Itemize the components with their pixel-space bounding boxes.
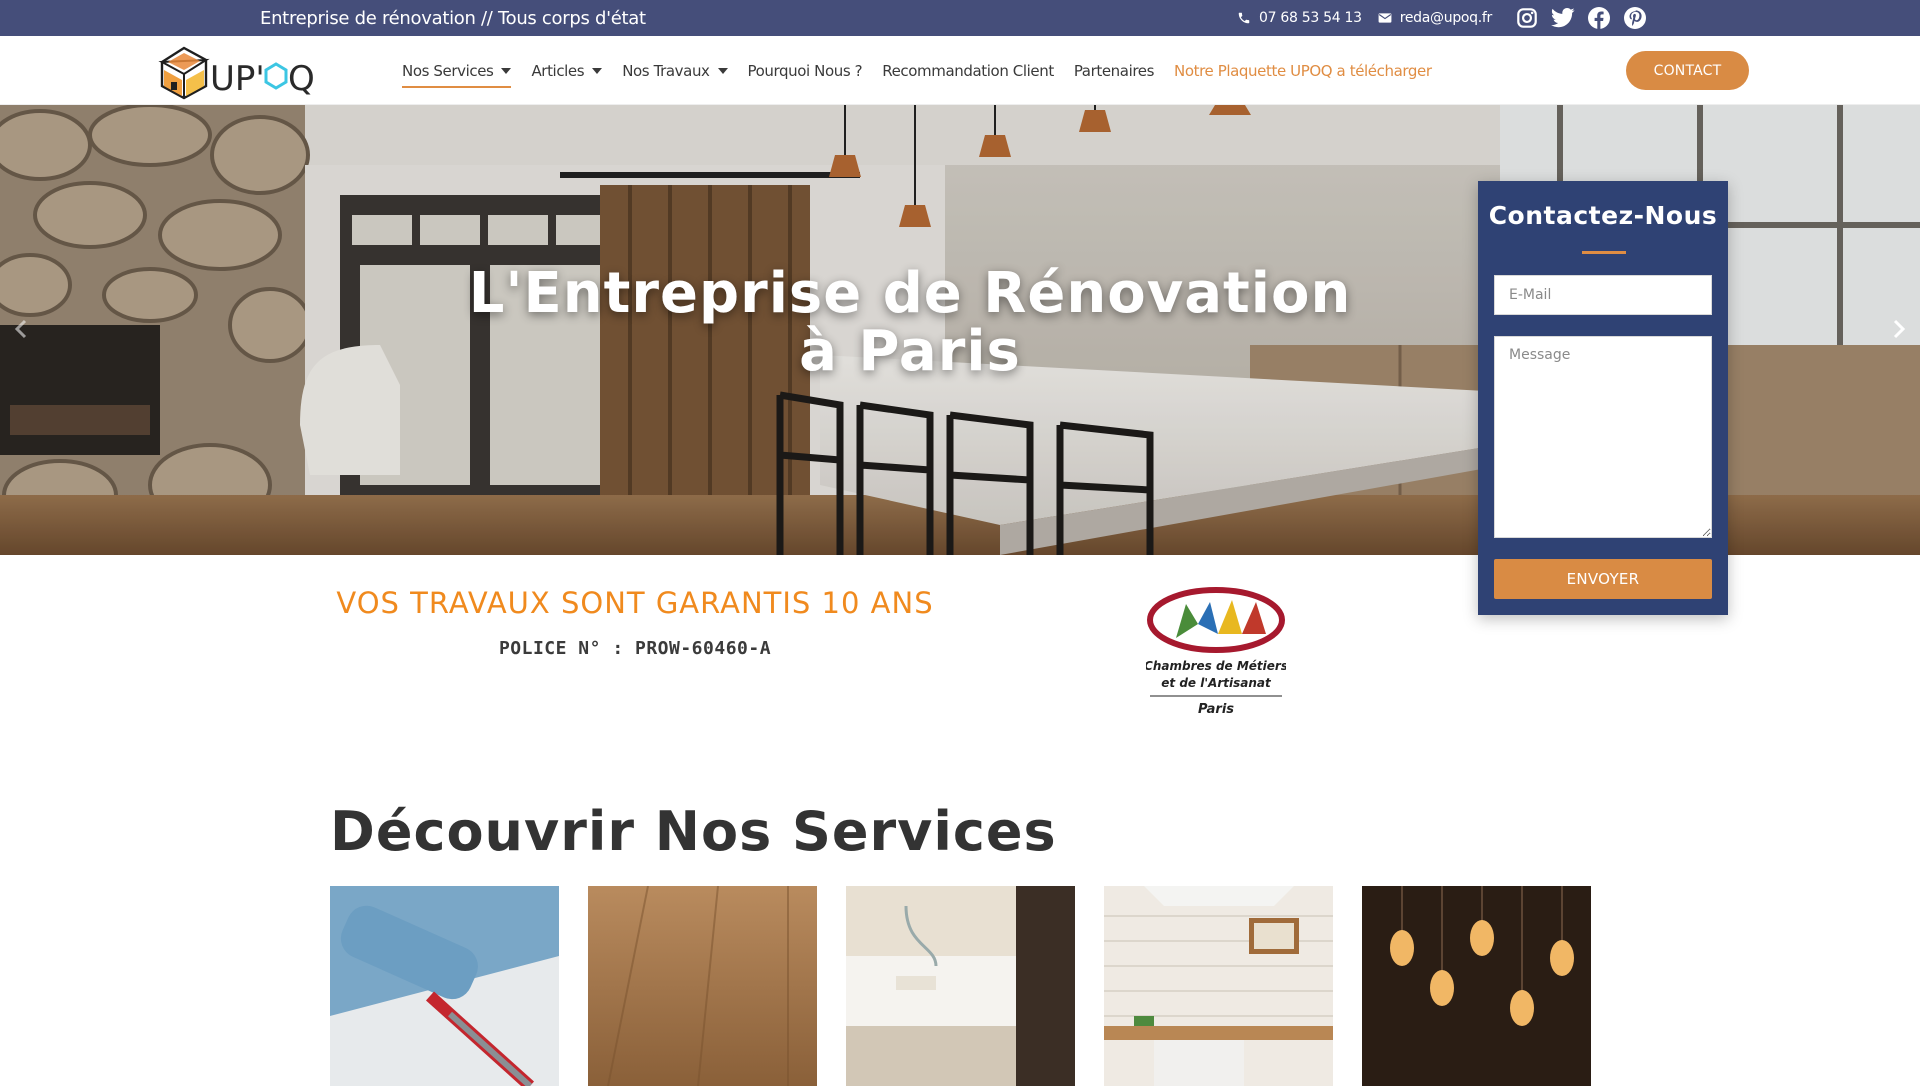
phone-number: 07 68 53 54 13 <box>1259 10 1362 26</box>
top-contacts: 07 68 53 54 13 reda@upoq.fr <box>1237 6 1648 30</box>
cma-city: Paris <box>1198 702 1234 717</box>
phone-link[interactable]: 07 68 53 54 13 <box>1237 10 1362 26</box>
nav-recommandation-client[interactable]: Recommandation Client <box>882 36 1054 105</box>
chevron-down-icon <box>592 67 603 74</box>
cma-logo[interactable]: Chambres de Métiers et de l'Artisanat Pa… <box>1146 584 1286 720</box>
phone-icon <box>1238 12 1250 24</box>
service-tile-flooring[interactable] <box>588 886 817 1086</box>
email-field[interactable] <box>1494 275 1712 315</box>
twitter-icon[interactable] <box>1550 5 1576 31</box>
nav-partenaires[interactable]: Partenaires <box>1074 36 1155 105</box>
svg-text:Q: Q <box>288 59 315 99</box>
upoq-logo[interactable]: UP' Q <box>158 40 330 100</box>
chevron-down-icon <box>717 67 728 74</box>
services-title: Découvrir Nos Services <box>330 800 1057 863</box>
title-divider <box>1582 251 1626 254</box>
social-links <box>1514 5 1648 31</box>
envelope-icon <box>1378 13 1392 23</box>
chevron-down-icon <box>501 67 512 74</box>
slider-next-arrow[interactable] <box>1886 317 1910 341</box>
service-tile-painting[interactable] <box>330 886 559 1086</box>
site-header: UP' Q Nos Services Articles Nos Travaux … <box>0 36 1920 105</box>
contact-button[interactable]: CONTACT <box>1626 51 1749 90</box>
logo-text: UP' <box>210 59 265 99</box>
nav-pourquoi-nous[interactable]: Pourquoi Nous ? <box>748 36 863 105</box>
send-button[interactable]: ENVOYER <box>1494 559 1712 599</box>
service-tile-bathroom[interactable] <box>846 886 1075 1086</box>
main-nav: Nos Services Articles Nos Travaux Pourqu… <box>402 36 1452 105</box>
contact-form-card: Contactez-Nous ENVOYER <box>1478 181 1728 615</box>
nav-nos-travaux[interactable]: Nos Travaux <box>622 36 728 105</box>
guarantee-headline: VOS TRAVAUX SONT GARANTIS 10 ANS <box>336 586 934 620</box>
message-field[interactable] <box>1494 336 1712 538</box>
top-bar: Entreprise de rénovation // Tous corps d… <box>0 0 1920 36</box>
cma-line2: et de l'Artisanat <box>1161 676 1272 690</box>
service-tile-electricity[interactable] <box>1362 886 1591 1086</box>
email-address: reda@upoq.fr <box>1399 10 1493 26</box>
slider-prev-arrow[interactable] <box>10 317 34 341</box>
nav-nos-services[interactable]: Nos Services <box>402 36 512 105</box>
service-tile-kitchen[interactable] <box>1104 886 1333 1086</box>
instagram-icon[interactable] <box>1514 5 1540 31</box>
nav-plaquette-download[interactable]: Notre Plaquette UPOQ a télécharger <box>1174 36 1432 105</box>
cma-line1: Chambres de Métiers <box>1146 659 1286 673</box>
tagline: Entreprise de rénovation // Tous corps d… <box>260 8 646 29</box>
pinterest-icon[interactable] <box>1622 5 1648 31</box>
contact-form-title: Contactez-Nous <box>1488 201 1718 230</box>
hero-title: L'Entreprise de Rénovation à Paris <box>468 261 1352 384</box>
nav-articles[interactable]: Articles <box>531 36 603 105</box>
facebook-icon[interactable] <box>1586 5 1612 31</box>
email-link[interactable]: reda@upoq.fr <box>1378 10 1492 26</box>
policy-number: POLICE N° : PROW-60460-A <box>498 638 772 659</box>
